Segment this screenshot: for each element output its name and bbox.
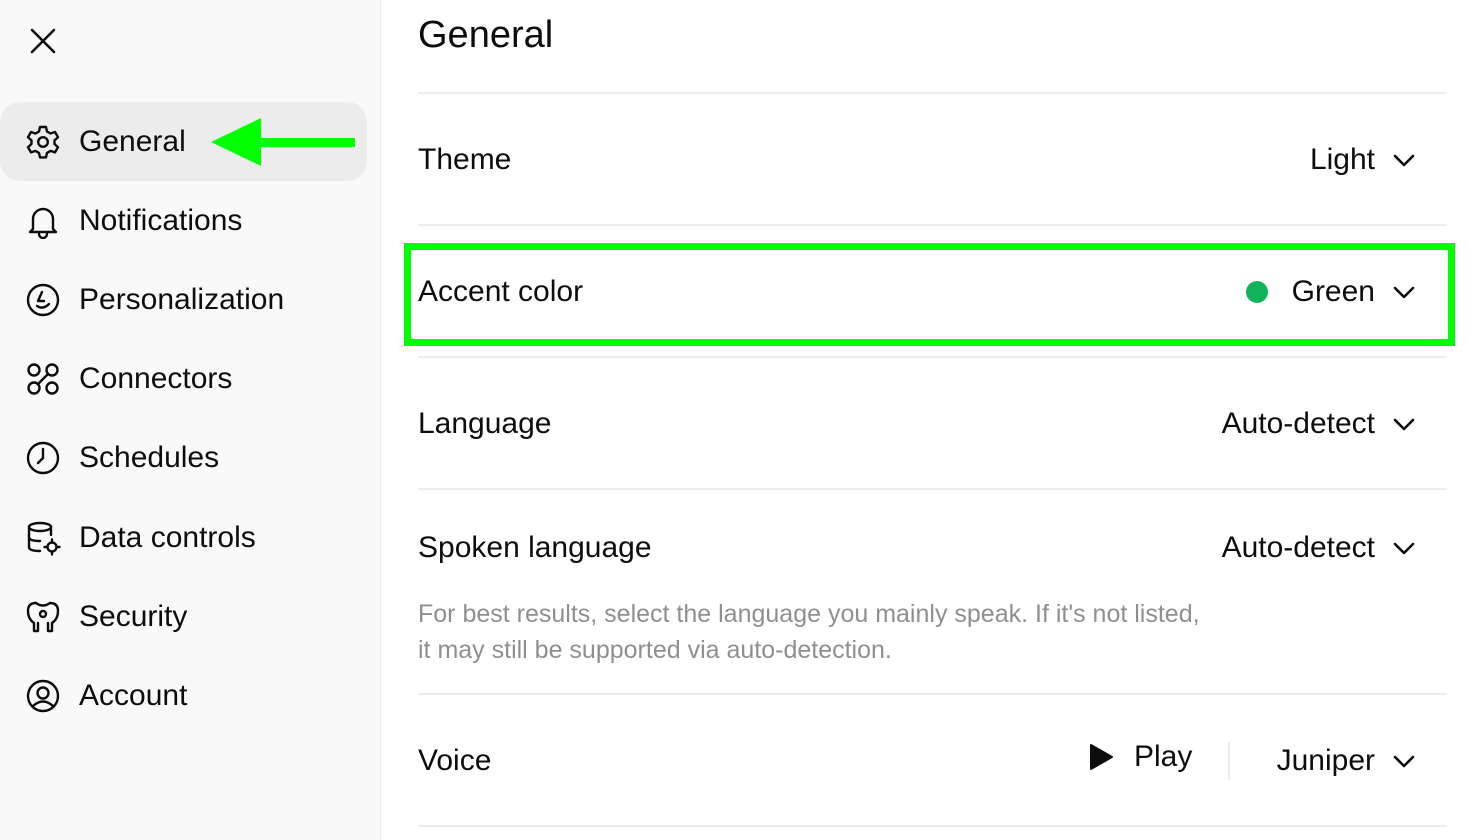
divider [418, 356, 1447, 358]
bell-icon [24, 202, 62, 240]
gear-icon [24, 123, 62, 161]
accent-color-value: Green [1291, 275, 1375, 308]
sidebar-item-label: Personalization [79, 282, 285, 316]
spoken-language-help: For best results, select the language yo… [418, 596, 1318, 668]
language-value: Auto-detect [1221, 407, 1375, 440]
sidebar-item-connectors[interactable]: Connectors [0, 339, 367, 418]
sidebar-item-schedules[interactable]: Schedules [0, 418, 367, 497]
sidebar-item-security[interactable]: Security [0, 577, 367, 656]
accent-color-label: Accent color [418, 275, 584, 308]
sidebar-item-account[interactable]: Account [0, 656, 367, 735]
settings-dialog: General Notifications Personalization Co… [0, 0, 1470, 840]
theme-label: Theme [418, 143, 512, 176]
language-dropdown[interactable]: Auto-detect [1222, 407, 1417, 441]
divider [418, 92, 1447, 94]
divider [418, 693, 1447, 695]
connectors-icon [24, 360, 62, 398]
close-button[interactable] [22, 20, 64, 62]
spoken-language-label: Spoken language [418, 531, 652, 564]
chevron-down-icon [1393, 418, 1415, 431]
divider [418, 825, 1447, 827]
clock-icon [24, 439, 62, 477]
divider [418, 488, 1447, 490]
sidebar-item-data-controls[interactable]: Data controls [0, 498, 367, 577]
divider [1228, 742, 1230, 780]
chevron-down-icon [1393, 542, 1415, 555]
divider [418, 224, 1447, 226]
help-text-line: For best results, select the language yo… [418, 600, 1200, 628]
personalization-icon [24, 281, 62, 319]
spoken-language-dropdown[interactable]: Auto-detect [1222, 531, 1417, 565]
spoken-language-value: Auto-detect [1221, 531, 1375, 564]
sidebar-item-notifications[interactable]: Notifications [0, 181, 367, 260]
sidebar-item-label: Security [79, 599, 188, 633]
sidebar-item-label: Account [79, 678, 188, 712]
database-gear-icon [24, 519, 62, 557]
voice-value: Juniper [1276, 744, 1375, 777]
annotation-arrow-icon [211, 118, 355, 166]
shield-icon [24, 598, 62, 636]
voice-play-button[interactable]: Play [1088, 740, 1192, 774]
sidebar-item-label: Data controls [79, 520, 256, 554]
chevron-down-icon [1393, 154, 1415, 167]
accent-color-dropdown[interactable]: Green [1245, 275, 1417, 309]
settings-content: General Theme Light Accent color Green L… [404, 0, 1455, 840]
page-title: General [418, 14, 554, 56]
sidebar-item-label: General [79, 124, 186, 158]
help-text-line: it may still be supported via auto-detec… [418, 636, 892, 664]
sidebar-item-label: Notifications [79, 203, 243, 237]
sidebar-item-personalization[interactable]: Personalization [0, 260, 367, 339]
sidebar-item-label: Schedules [79, 440, 220, 474]
accent-color-swatch [1245, 281, 1268, 303]
theme-value: Light [1309, 143, 1375, 176]
voice-dropdown[interactable]: Juniper [1277, 744, 1417, 778]
play-icon [1090, 744, 1113, 770]
voice-label: Voice [418, 744, 492, 777]
language-label: Language [418, 407, 552, 440]
sidebar-item-label: Connectors [79, 361, 233, 395]
chevron-down-icon [1393, 286, 1415, 299]
chevron-down-icon [1393, 755, 1415, 768]
play-label: Play [1134, 740, 1193, 773]
account-icon [24, 677, 62, 715]
theme-dropdown[interactable]: Light [1310, 143, 1417, 177]
close-icon [30, 28, 56, 54]
settings-sidebar: General Notifications Personalization Co… [0, 0, 381, 840]
